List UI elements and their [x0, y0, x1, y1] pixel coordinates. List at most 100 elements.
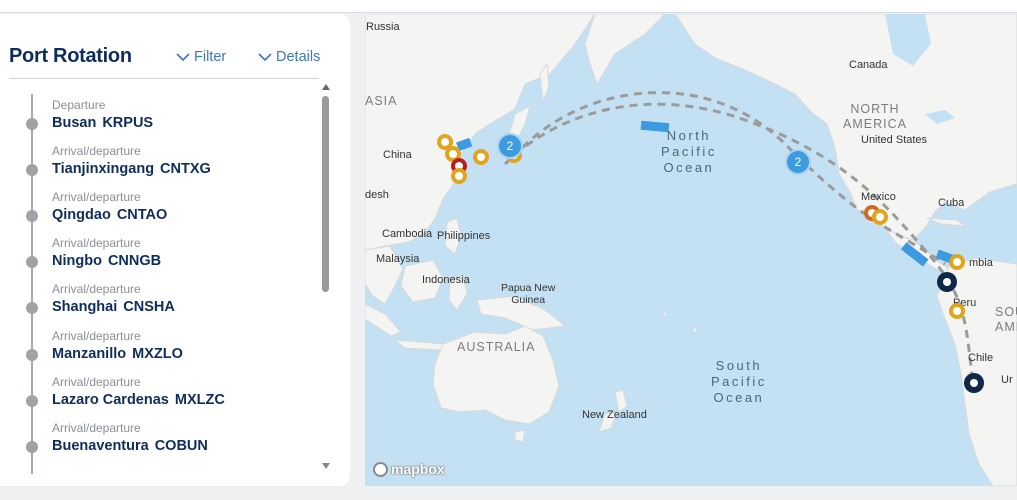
timeline-dot: [26, 256, 38, 268]
port-code: CNSHA: [123, 299, 175, 315]
port-name: Manzanillo MXZLO: [52, 346, 183, 362]
tasmania-landmass: [514, 429, 526, 443]
mapbox-attribution[interactable]: mapbox: [373, 461, 445, 477]
stop-type: Arrival/departure: [52, 190, 141, 204]
scroll-up-arrow-icon[interactable]: [322, 84, 330, 90]
chevron-down-icon: [258, 52, 272, 61]
label-asia: ASIA: [365, 94, 398, 108]
label-new-zealand: New Zealand: [582, 409, 647, 421]
details-button[interactable]: Details: [258, 49, 320, 65]
sumatra-landmass: [365, 303, 402, 337]
port-city: Busan: [52, 115, 97, 131]
port-code: MXLZC: [174, 392, 225, 408]
timeline-dot: [26, 164, 38, 176]
stop-type: Arrival/departure: [52, 236, 141, 250]
port-city: Tianjinxingang: [52, 161, 155, 177]
top-bar: [0, 0, 1017, 13]
scrollbar[interactable]: [320, 84, 332, 469]
timeline-dot: [26, 395, 38, 407]
stop-type: Arrival/departure: [52, 329, 141, 343]
port-stop[interactable]: Arrival/departure Tianjinxingang CNTXG: [0, 142, 310, 186]
timeline-dot: [26, 210, 38, 222]
label-bangladesh: desh: [365, 189, 389, 201]
port-stop[interactable]: Arrival/departure Qingdao CNTAO: [0, 188, 310, 232]
port-name: Busan KRPUS: [52, 115, 153, 131]
stop-type: Arrival/departure: [52, 375, 141, 389]
port-code: KRPUS: [102, 115, 154, 131]
port-city: Qingdao: [52, 207, 111, 223]
port-code: CNTXG: [160, 161, 211, 177]
active-port-pin-icon[interactable]: [937, 272, 957, 292]
port-name: Shanghai CNSHA: [52, 299, 175, 315]
port-name: Buenaventura COBUN: [52, 438, 208, 454]
port-stop[interactable]: Arrival/departure Shanghai CNSHA: [0, 280, 310, 324]
label-south-america: SOU AME: [995, 305, 1017, 334]
panel-title: Port Rotation: [9, 45, 132, 67]
port-pin-icon[interactable]: [947, 301, 967, 321]
label-australia: AUSTRALIA: [457, 340, 536, 354]
port-stop[interactable]: Arrival/departure Manzanillo MXZLO: [0, 327, 310, 371]
port-name: Ningbo CNNGB: [52, 253, 161, 269]
stop-type: Arrival/departure: [52, 282, 141, 296]
label-papua-new-guinea: Papua New Guinea: [501, 282, 556, 306]
port-code: CNTAO: [116, 207, 168, 223]
port-cluster[interactable]: 2: [497, 133, 523, 159]
timeline-dot: [26, 118, 38, 130]
port-pin-icon[interactable]: [471, 147, 491, 167]
chevron-down-icon: [176, 52, 190, 61]
route-map[interactable]: Russia ASIA China desh Cambodia Philippi…: [365, 14, 1017, 486]
port-stop[interactable]: Arrival/departure Buenaventura COBUN: [0, 419, 310, 463]
label-chile: Chile: [968, 352, 994, 364]
label-united-states: United States: [861, 134, 928, 146]
port-list: Departure Busan KRPUS Arrival/departure T…: [0, 94, 320, 468]
stop-type: Departure: [52, 98, 106, 112]
label-philippines: Philippines: [437, 230, 491, 242]
details-label: Details: [276, 49, 321, 65]
port-pin-icon[interactable]: [947, 252, 967, 272]
scroll-down-arrow-icon[interactable]: [322, 463, 330, 469]
port-stop[interactable]: Departure Busan KRPUS: [0, 96, 310, 140]
stop-type: Arrival/departure: [52, 421, 141, 435]
asia-landmass: [365, 14, 596, 251]
label-indonesia: Indonesia: [422, 274, 470, 286]
timeline-dot: [26, 302, 38, 314]
port-pin-icon[interactable]: [449, 166, 469, 186]
label-china: China: [383, 149, 412, 161]
port-code: MXZLO: [132, 346, 183, 362]
label-cuba: Cuba: [938, 197, 965, 209]
header-divider: [9, 78, 319, 79]
port-city: Ningbo: [52, 253, 102, 269]
label-colombia: mbia: [969, 257, 993, 269]
port-rotation-panel: Port Rotation Filter Details Departure B…: [0, 14, 350, 486]
mapbox-logo-icon: [373, 461, 388, 477]
timeline-dot: [26, 349, 38, 361]
port-city: Buenaventura: [52, 438, 149, 454]
port-name: Qingdao CNTAO: [52, 207, 167, 223]
port-code: CNNGB: [107, 253, 162, 269]
port-name: Lazaro Cardenas MXLZC: [52, 392, 225, 408]
port-name: Tianjinxingang CNTXG: [52, 161, 211, 177]
filter-button[interactable]: Filter: [176, 49, 226, 65]
timeline-dot: [26, 441, 38, 453]
label-cambodia: Cambodia: [382, 228, 433, 240]
label-russia: Russia: [366, 21, 400, 33]
label-malaysia: Malaysia: [376, 253, 420, 265]
port-stop[interactable]: Arrival/departure Lazaro Cardenas MXLZC: [0, 373, 310, 417]
label-north-america: NORTH AMERICA: [843, 102, 907, 131]
label-uruguay: Ur: [1001, 374, 1013, 386]
mapbox-logo-text: mapbox: [391, 461, 445, 477]
port-city: Shanghai: [52, 299, 118, 315]
map-base: [365, 14, 1017, 486]
south-america-landmass: [936, 257, 1017, 486]
port-cluster[interactable]: 2: [785, 149, 811, 175]
label-mexico: Mexico: [861, 191, 896, 203]
cuba-landmass: [926, 217, 967, 227]
port-city: Lazaro Cardenas: [52, 392, 169, 408]
label-north-pacific-ocean: North Pacific Ocean: [661, 128, 717, 175]
port-city: Manzanillo: [52, 346, 127, 362]
label-canada: Canada: [849, 59, 888, 71]
port-stop[interactable]: Arrival/departure Ningbo CNNGB: [0, 234, 310, 278]
active-port-pin-icon[interactable]: [964, 373, 984, 393]
port-pin-icon[interactable]: [870, 207, 890, 227]
scrollbar-thumb[interactable]: [322, 96, 329, 292]
